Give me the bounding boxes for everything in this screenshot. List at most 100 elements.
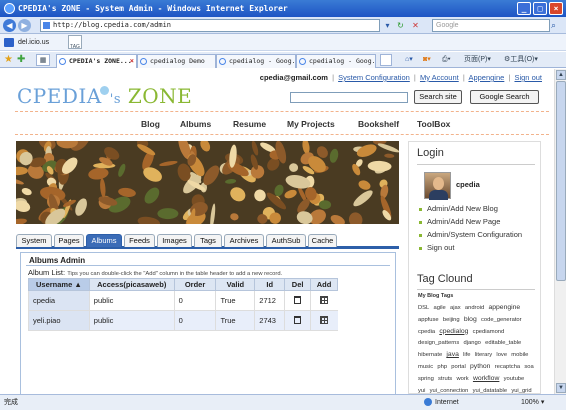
table-row[interactable]: yeli.piao public 0 True 2743: [28, 310, 338, 331]
url-dropdown-icon[interactable]: ▾: [382, 19, 393, 32]
tab-authsub[interactable]: AuthSub: [266, 234, 306, 247]
tag-link[interactable]: python: [470, 363, 490, 370]
cell-access[interactable]: public: [88, 290, 175, 311]
tag-link[interactable]: spring: [418, 376, 434, 382]
sidebar-link-system-config[interactable]: Admin/System Configuration: [419, 230, 522, 239]
url-input[interactable]: http://blog.cpedia.com/admin: [40, 19, 380, 32]
browser-tab-1[interactable]: CPEDIA's ZONE... ×: [56, 54, 137, 68]
tag-link[interactable]: android: [465, 305, 484, 311]
tag-link[interactable]: design_patterns: [418, 340, 459, 346]
tab-tags[interactable]: Tags: [194, 234, 222, 247]
tag-link[interactable]: youtube: [504, 376, 525, 382]
tools-menu[interactable]: ⚙工具(O)▾: [504, 54, 538, 66]
search-site-button[interactable]: Search site: [414, 90, 462, 104]
minimize-button[interactable]: _: [517, 2, 531, 15]
close-button[interactable]: ×: [549, 2, 563, 15]
cell-valid[interactable]: True: [215, 310, 255, 331]
tab-system[interactable]: System: [16, 234, 52, 247]
tag-link[interactable]: literary: [475, 352, 492, 358]
vertical-scrollbar[interactable]: ▲ ▼: [554, 69, 566, 394]
cell-valid[interactable]: True: [215, 290, 255, 311]
browser-search-input[interactable]: Google: [432, 19, 550, 32]
print-icon[interactable]: ⎙▾: [442, 54, 451, 66]
nav-blog[interactable]: Blog: [141, 119, 160, 129]
cell-username[interactable]: yeli.piao: [28, 310, 90, 331]
tab-archives[interactable]: Archives: [224, 234, 264, 247]
column-header-add[interactable]: Add: [310, 278, 338, 291]
stop-icon[interactable]: ✕: [410, 19, 421, 32]
tag-link[interactable]: recaptcha: [495, 364, 520, 370]
tag-link[interactable]: php: [437, 364, 447, 370]
tag-link[interactable]: portal: [451, 364, 466, 370]
tag-link[interactable]: beijing: [443, 317, 460, 323]
tag-link[interactable]: java: [446, 351, 458, 358]
tag-link[interactable]: struts: [438, 376, 452, 382]
cell-add[interactable]: [310, 310, 338, 331]
tag-link[interactable]: work: [456, 376, 468, 382]
browser-search-icon[interactable]: ⌕: [551, 19, 563, 32]
nav-bookshelf[interactable]: Bookshelf: [358, 119, 399, 129]
page-menu[interactable]: 页面(P)▾: [464, 54, 491, 66]
table-row[interactable]: cpedia public 0 True 2712: [28, 290, 338, 311]
nav-toolbox[interactable]: ToolBox: [417, 119, 450, 129]
browser-tab-4[interactable]: cpedialog - Goog...: [296, 54, 376, 68]
tag-link[interactable]: appengine: [488, 304, 520, 311]
scroll-up-icon[interactable]: ▲: [556, 70, 566, 80]
tab-cache[interactable]: Cache: [308, 234, 337, 247]
tag-link[interactable]: yui_grid: [511, 388, 531, 394]
nav-my-projects[interactable]: My Projects: [287, 119, 335, 129]
system-configuration-link[interactable]: System Configuration: [338, 73, 410, 82]
tag-link[interactable]: code_generator: [481, 317, 522, 323]
tag-link[interactable]: mobile: [511, 352, 528, 358]
delicious-link[interactable]: del.icio.us: [18, 34, 49, 51]
sidebar-link-sign-out[interactable]: Sign out: [419, 243, 455, 252]
quick-tabs-icon[interactable]: ▦: [36, 54, 50, 66]
tag-link[interactable]: cpedia: [418, 329, 435, 335]
add-favorite-icon[interactable]: ✚: [17, 54, 25, 66]
tag-link[interactable]: DSL: [418, 305, 429, 311]
tag-link[interactable]: life: [463, 352, 470, 358]
site-search-input[interactable]: [290, 92, 408, 103]
tag-link[interactable]: love: [496, 352, 507, 358]
scroll-down-icon[interactable]: ▼: [556, 383, 566, 393]
zoom-level[interactable]: 100% ▾: [521, 395, 544, 410]
column-header-del[interactable]: Del: [284, 278, 312, 291]
cell-order[interactable]: 0: [173, 310, 216, 331]
cell-access[interactable]: public: [88, 310, 175, 331]
tag-link[interactable]: agile: [434, 305, 446, 311]
cell-username[interactable]: cpedia: [28, 290, 90, 311]
tag-link[interactable]: appfuse: [418, 317, 439, 323]
tag-link[interactable]: yui_datatable: [473, 388, 508, 394]
tag-link[interactable]: music: [418, 364, 433, 370]
column-header-order[interactable]: Order: [173, 278, 217, 291]
column-header-id[interactable]: Id: [254, 278, 286, 291]
favorites-star-icon[interactable]: ★: [4, 54, 13, 66]
sidebar-link-add-blog[interactable]: Admin/Add New Blog: [419, 204, 498, 213]
tag-link[interactable]: yui: [418, 388, 425, 394]
browser-tab-3[interactable]: cpedialog - Goog...: [216, 54, 296, 68]
tag-link[interactable]: django: [464, 340, 481, 346]
cell-order[interactable]: 0: [173, 290, 216, 311]
tab-pages[interactable]: Pages: [54, 234, 84, 247]
add-record-icon[interactable]: [320, 315, 329, 324]
tab-feeds[interactable]: Feeds: [124, 234, 155, 247]
tag-link[interactable]: cpediamond: [473, 329, 505, 335]
trash-icon[interactable]: [294, 315, 302, 324]
scroll-thumb[interactable]: [556, 81, 566, 281]
appengine-link[interactable]: Appengine: [468, 73, 504, 82]
close-tab-icon[interactable]: ×: [130, 55, 134, 68]
tag-link[interactable]: hibernate: [418, 352, 442, 358]
tab-albums[interactable]: Albums: [86, 234, 122, 247]
back-icon[interactable]: ◀: [3, 19, 16, 32]
tag-link[interactable]: yui_connection: [430, 388, 469, 394]
new-tab-icon[interactable]: [380, 54, 392, 66]
trash-icon[interactable]: [294, 295, 302, 304]
add-record-icon[interactable]: [320, 295, 329, 304]
feeds-icon[interactable]: ◙▾: [423, 54, 431, 66]
cell-add[interactable]: [310, 290, 338, 311]
google-search-button[interactable]: Google Search: [470, 90, 539, 104]
browser-tab-2[interactable]: cpedialog Demo: [137, 54, 216, 68]
maximize-button[interactable]: □: [533, 2, 547, 15]
tab-images[interactable]: Images: [157, 234, 192, 247]
column-header-valid[interactable]: Valid: [215, 278, 256, 291]
